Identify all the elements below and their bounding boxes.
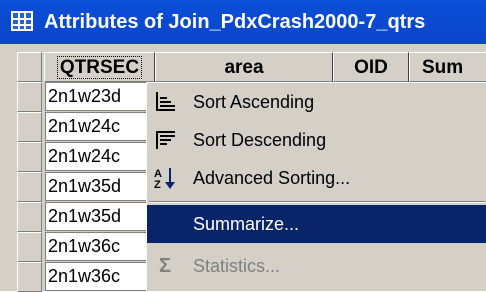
sort-descending-icon bbox=[153, 128, 177, 152]
table-cell-qtrsec[interactable]: 2n1w35d bbox=[45, 202, 147, 231]
sort-ascending-icon bbox=[153, 90, 177, 114]
row-selector[interactable] bbox=[17, 262, 42, 292]
menu-item-sort-descending[interactable]: Sort Descending bbox=[147, 121, 486, 159]
menu-item-label: Advanced Sorting... bbox=[193, 168, 351, 188]
menu-item-label: Summarize... bbox=[193, 214, 300, 234]
advanced-sort-icon: A Z bbox=[153, 166, 177, 191]
sigma-icon: Σ bbox=[158, 255, 171, 277]
table-cell-qtrsec[interactable]: 2n1w24c bbox=[45, 142, 147, 171]
menu-item-summarize[interactable]: Summarize... bbox=[147, 205, 486, 243]
column-header-sum[interactable]: Sum bbox=[409, 52, 486, 82]
menu-item-statistics: Σ Statistics... bbox=[147, 247, 486, 285]
context-menu: Sort Ascending Sort Descending A Z Advan… bbox=[146, 82, 486, 291]
column-header-qtrsec[interactable]: QTRSEC bbox=[44, 52, 155, 82]
window-titlebar[interactable]: Attributes of Join_PdxCrash2000-7_qtrs bbox=[0, 0, 486, 44]
menu-item-advanced-sorting[interactable]: A Z Advanced Sorting... bbox=[147, 159, 486, 197]
row-selector[interactable] bbox=[17, 82, 42, 112]
column-header-oid[interactable]: OID bbox=[333, 52, 409, 82]
menu-item-label: Sort Ascending bbox=[193, 92, 315, 112]
menu-item-label: Sort Descending bbox=[193, 130, 327, 150]
column-header-area[interactable]: area bbox=[155, 52, 333, 82]
table-cell-qtrsec[interactable]: 2n1w35d bbox=[45, 172, 147, 201]
menu-separator bbox=[149, 201, 485, 203]
menu-item-label: Statistics... bbox=[193, 256, 281, 276]
table-cell-qtrsec[interactable]: 2n1w36c bbox=[45, 232, 147, 261]
window-title: Attributes of Join_PdxCrash2000-7_qtrs bbox=[44, 11, 426, 33]
table-icon bbox=[11, 11, 33, 31]
table-cell-qtrsec[interactable]: 2n1w23d bbox=[45, 82, 147, 111]
row-selector[interactable] bbox=[17, 172, 42, 202]
column-header-row: QTRSEC area OID Sum bbox=[0, 52, 486, 82]
row-selector[interactable] bbox=[17, 112, 42, 142]
row-selector[interactable] bbox=[17, 232, 42, 262]
menu-item-sort-ascending[interactable]: Sort Ascending bbox=[147, 83, 486, 121]
svg-text:Z: Z bbox=[154, 179, 161, 190]
corner-cell[interactable] bbox=[17, 52, 42, 82]
table-cell-qtrsec[interactable]: 2n1w24c bbox=[45, 112, 147, 141]
table-cell-qtrsec[interactable]: 2n1w36c bbox=[45, 262, 147, 291]
row-selector[interactable] bbox=[17, 142, 42, 172]
row-selector[interactable] bbox=[17, 202, 42, 232]
